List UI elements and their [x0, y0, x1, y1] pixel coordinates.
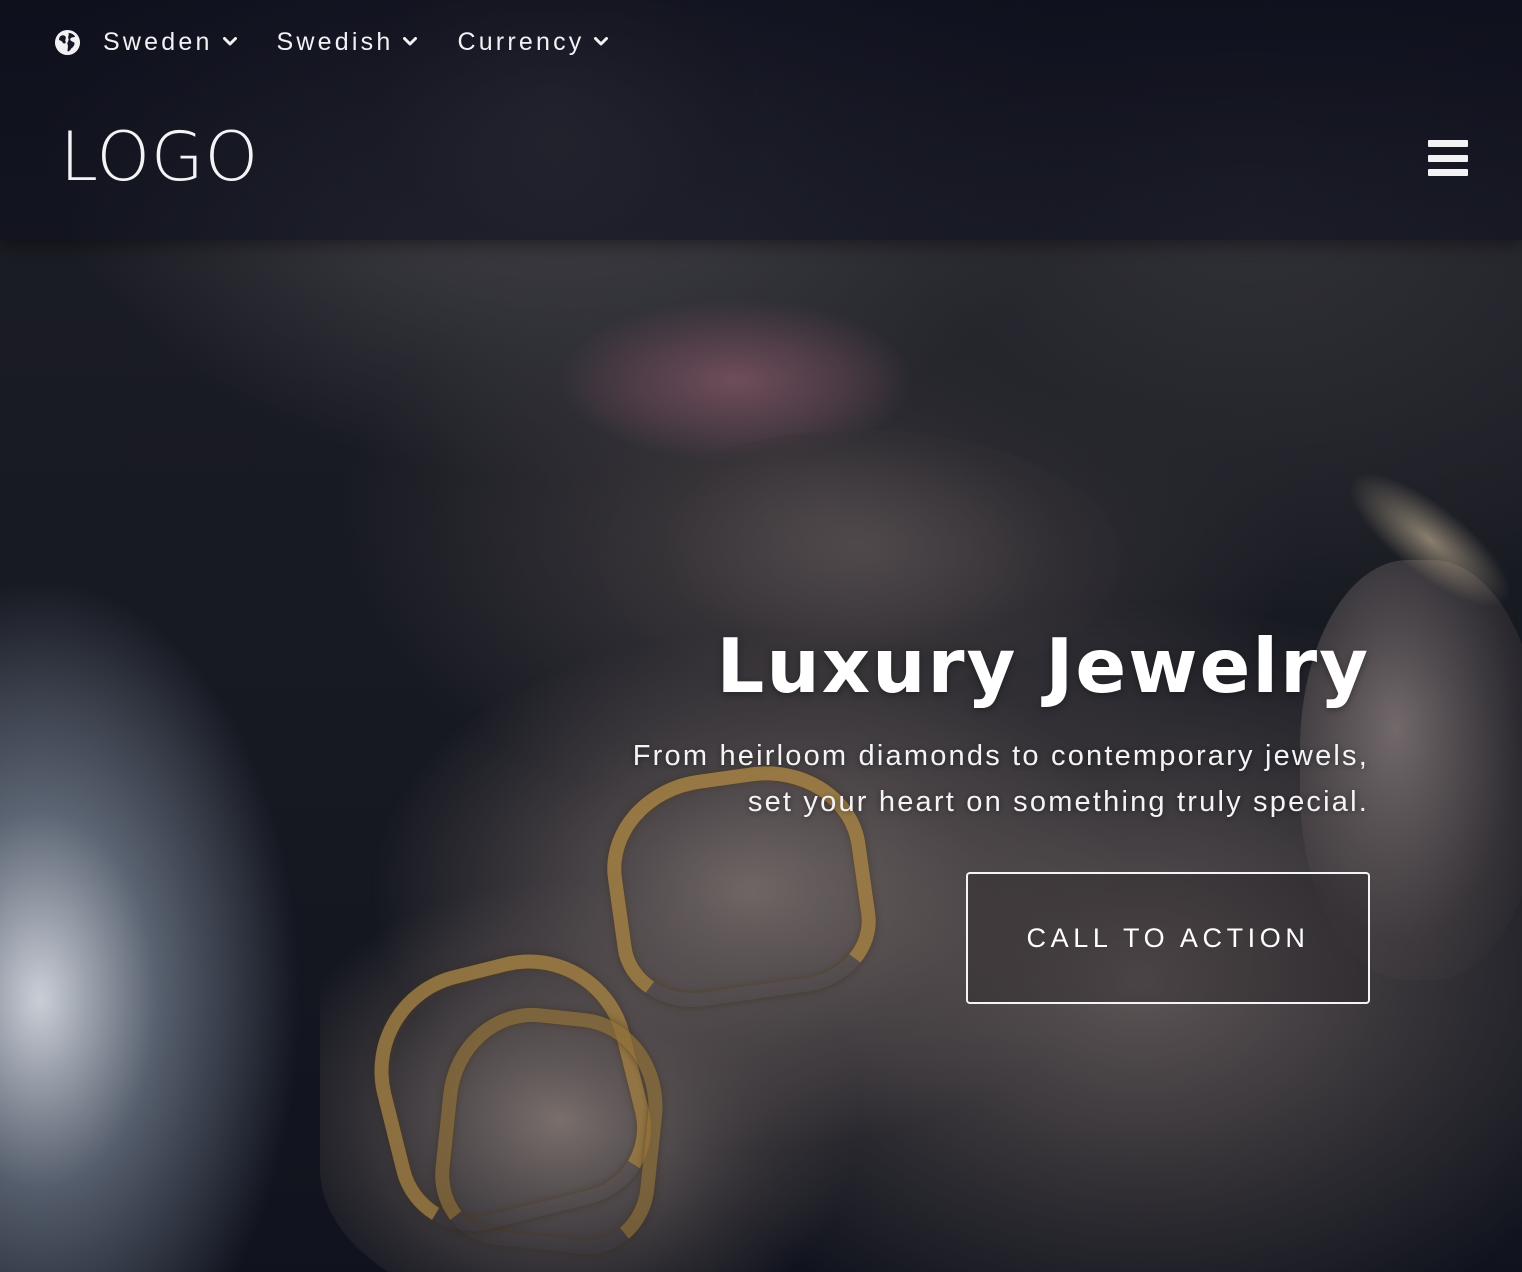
call-to-action-button[interactable]: CALL TO ACTION	[966, 872, 1370, 1004]
chevron-down-icon	[221, 33, 239, 51]
hero-subtitle-line: set your heart on something truly specia…	[747, 786, 1369, 818]
chevron-down-icon	[401, 33, 419, 51]
language-selector[interactable]: Swedish	[277, 28, 420, 57]
menu-bar	[1428, 154, 1468, 162]
chevron-down-icon	[592, 33, 610, 51]
globe-icon	[54, 29, 81, 56]
locale-bar: Sweden Swedish Currency	[54, 22, 648, 62]
country-label: Sweden	[103, 27, 213, 56]
language-label: Swedish	[276, 27, 394, 56]
menu-bar	[1428, 140, 1468, 147]
site-logo[interactable]: LOGO	[60, 124, 259, 192]
hero-subtitle: From heirloom diamonds to contemporary j…	[569, 733, 1369, 825]
menu-bar	[1428, 169, 1468, 176]
currency-selector[interactable]: Currency	[457, 28, 610, 57]
hero-subtitle-line: From heirloom diamonds to contemporary j…	[632, 740, 1369, 772]
currency-label: Currency	[457, 27, 585, 56]
hamburger-menu-icon[interactable]	[1428, 140, 1468, 176]
hero-title: Luxury Jewelry	[716, 622, 1370, 710]
site-header: Sweden Swedish Currency LOGO	[0, 0, 1522, 240]
country-selector[interactable]: Sweden	[54, 28, 239, 57]
